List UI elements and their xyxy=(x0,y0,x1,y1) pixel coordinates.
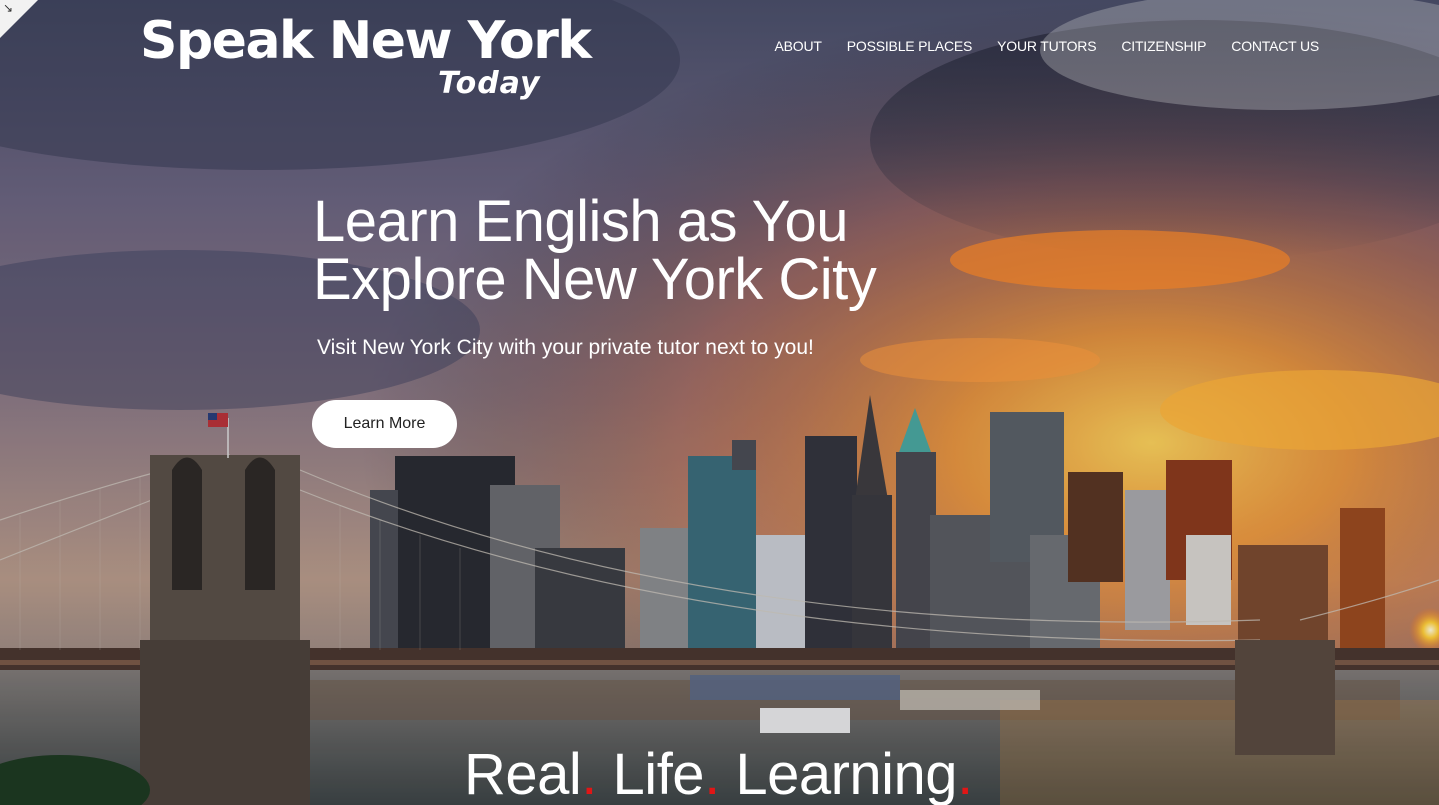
logo-text: Speak New York xyxy=(140,11,592,71)
nav-item-citizenship[interactable]: CITIZENSHIP xyxy=(1121,38,1206,54)
hero-headline: Learn English as You Explore New York Ci… xyxy=(313,193,1013,309)
tagline-dot: . xyxy=(704,742,720,805)
tagline: Real. Life. Learning. xyxy=(464,742,973,805)
resize-arrow-icon[interactable]: ↘ xyxy=(3,2,13,14)
learn-more-button[interactable]: Learn More xyxy=(312,400,457,448)
tagline-word-learning: Learning xyxy=(735,742,958,805)
nav-item-about[interactable]: ABOUT xyxy=(775,38,822,54)
hero-headline-line-1: Learn English as You xyxy=(313,189,849,254)
main-navigation: ABOUT POSSIBLE PLACES YOUR TUTORS CITIZE… xyxy=(775,38,1320,54)
hero-subheadline: Visit New York City with your private tu… xyxy=(317,336,814,359)
hero-background-image xyxy=(0,0,1439,805)
tagline-dot: . xyxy=(581,742,597,805)
hero-headline-line-2: Explore New York City xyxy=(313,247,877,312)
nav-item-your-tutors[interactable]: YOUR TUTORS xyxy=(997,38,1096,54)
site-logo[interactable]: Speak New York Today xyxy=(140,10,592,110)
tagline-dot: . xyxy=(957,742,973,805)
hero-section xyxy=(0,0,1439,805)
nav-item-contact-us[interactable]: CONTACT US xyxy=(1231,38,1319,54)
tagline-word-life: Life xyxy=(612,742,705,805)
tagline-word-real: Real xyxy=(464,742,582,805)
logo-subtext: Today xyxy=(438,66,541,101)
nav-item-possible-places[interactable]: POSSIBLE PLACES xyxy=(847,38,973,54)
